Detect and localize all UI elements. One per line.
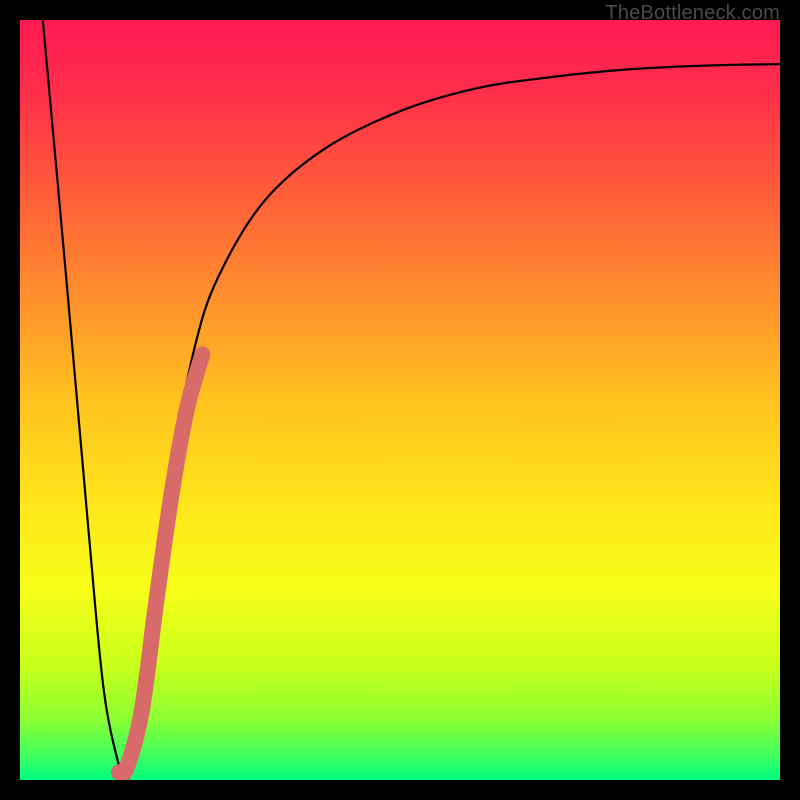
plot-area	[20, 20, 780, 780]
watermark-text: TheBottleneck.com	[605, 2, 780, 25]
outer-frame: TheBottleneck.com	[0, 0, 800, 800]
chart-curves	[20, 20, 780, 780]
highlighted-segment-line	[119, 354, 203, 774]
